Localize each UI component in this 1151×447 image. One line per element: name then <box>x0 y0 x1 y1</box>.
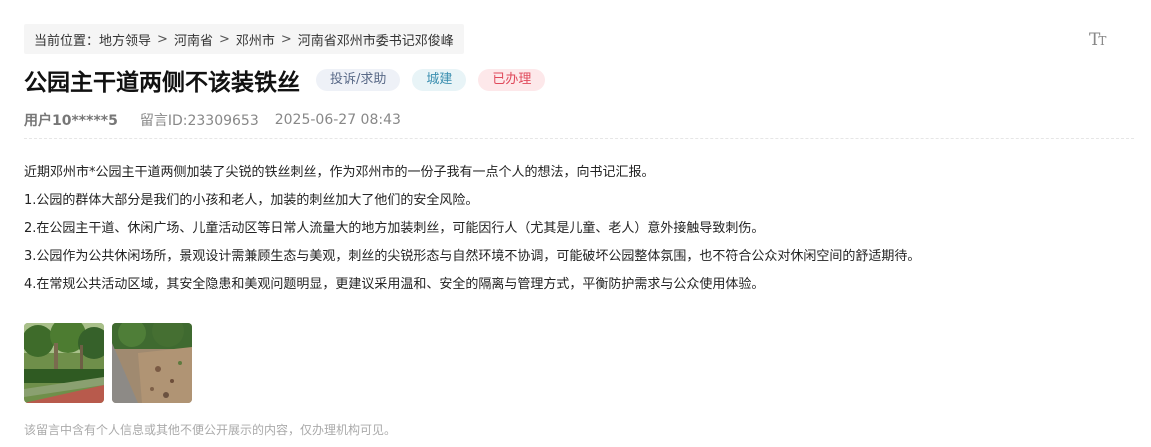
user-name: 用户10*****5 <box>24 113 118 129</box>
message-id: 留言ID:23309653 <box>139 113 259 129</box>
breadcrumb-separator: > <box>157 31 168 47</box>
font-size-icon-small: T <box>1098 34 1106 48</box>
font-size-icon-big: T <box>1089 30 1100 50</box>
post-meta: 用户10*****5 留言ID:23309653 2025-06-27 08:4… <box>24 110 401 130</box>
breadcrumb-item-secretary[interactable]: 河南省邓州市委书记邓俊峰 <box>298 30 454 49</box>
content-paragraph: 近期邓州市*公园主干道两侧加装了尖锐的铁丝刺丝，作为邓州市的一份子我有一点个人的… <box>24 165 655 180</box>
content-paragraph: 1.公园的群体大部分是我们的小孩和老人，加装的刺丝加大了他们的安全风险。 <box>24 193 479 208</box>
breadcrumb: 当前位置： 地方领导 > 河南省 > 邓州市 > 河南省邓州市委书记邓俊峰 <box>24 24 464 54</box>
privacy-notice: 该留言中含有个人信息或其他不便公开展示的内容，仅办理机构可见。 <box>24 423 397 437</box>
image-thumbnail-1[interactable] <box>24 323 104 403</box>
breadcrumb-separator: > <box>280 31 292 47</box>
title-row: 公园主干道两侧不该装铁丝 投诉/求助 城建 已办理 <box>24 64 557 96</box>
content-paragraph: 4.在常规公共活动区域，其安全隐患和美观问题明显，更建议采用温和、安全的隔离与管… <box>24 277 765 292</box>
content-paragraph: 2.在公园主干道、休闲广场、儿童活动区等日常人流量大的地方加装刺丝，可能因行人（… <box>24 221 765 236</box>
breadcrumb-item-city[interactable]: 邓州市 <box>236 30 275 49</box>
content-paragraph: 3.公园作为公共休闲场所，景观设计需兼顾生态与美观，刺丝的尖锐形态与自然环境不协… <box>24 249 921 264</box>
font-size-icon[interactable]: TT <box>1089 30 1111 50</box>
field-tag: 城建 <box>412 69 467 91</box>
image-gallery <box>24 323 200 403</box>
image-thumbnail-2[interactable] <box>112 323 192 403</box>
breadcrumb-item-province[interactable]: 河南省 <box>174 30 213 49</box>
page-title: 公园主干道两侧不该装铁丝 <box>24 70 300 96</box>
category-tag: 投诉/求助 <box>316 69 401 91</box>
breadcrumb-separator: > <box>218 31 230 47</box>
post-datetime: 2025-06-27 08:43 <box>274 112 401 128</box>
status-badge: 已办理 <box>478 69 546 91</box>
divider <box>24 138 1134 139</box>
breadcrumb-item-leaders[interactable]: 地方领导 <box>99 30 151 49</box>
post-content: 近期邓州市*公园主干道两侧加装了尖锐的铁丝刺丝，作为邓州市的一份子我有一点个人的… <box>24 163 1134 303</box>
breadcrumb-prefix: 当前位置： <box>34 33 100 49</box>
